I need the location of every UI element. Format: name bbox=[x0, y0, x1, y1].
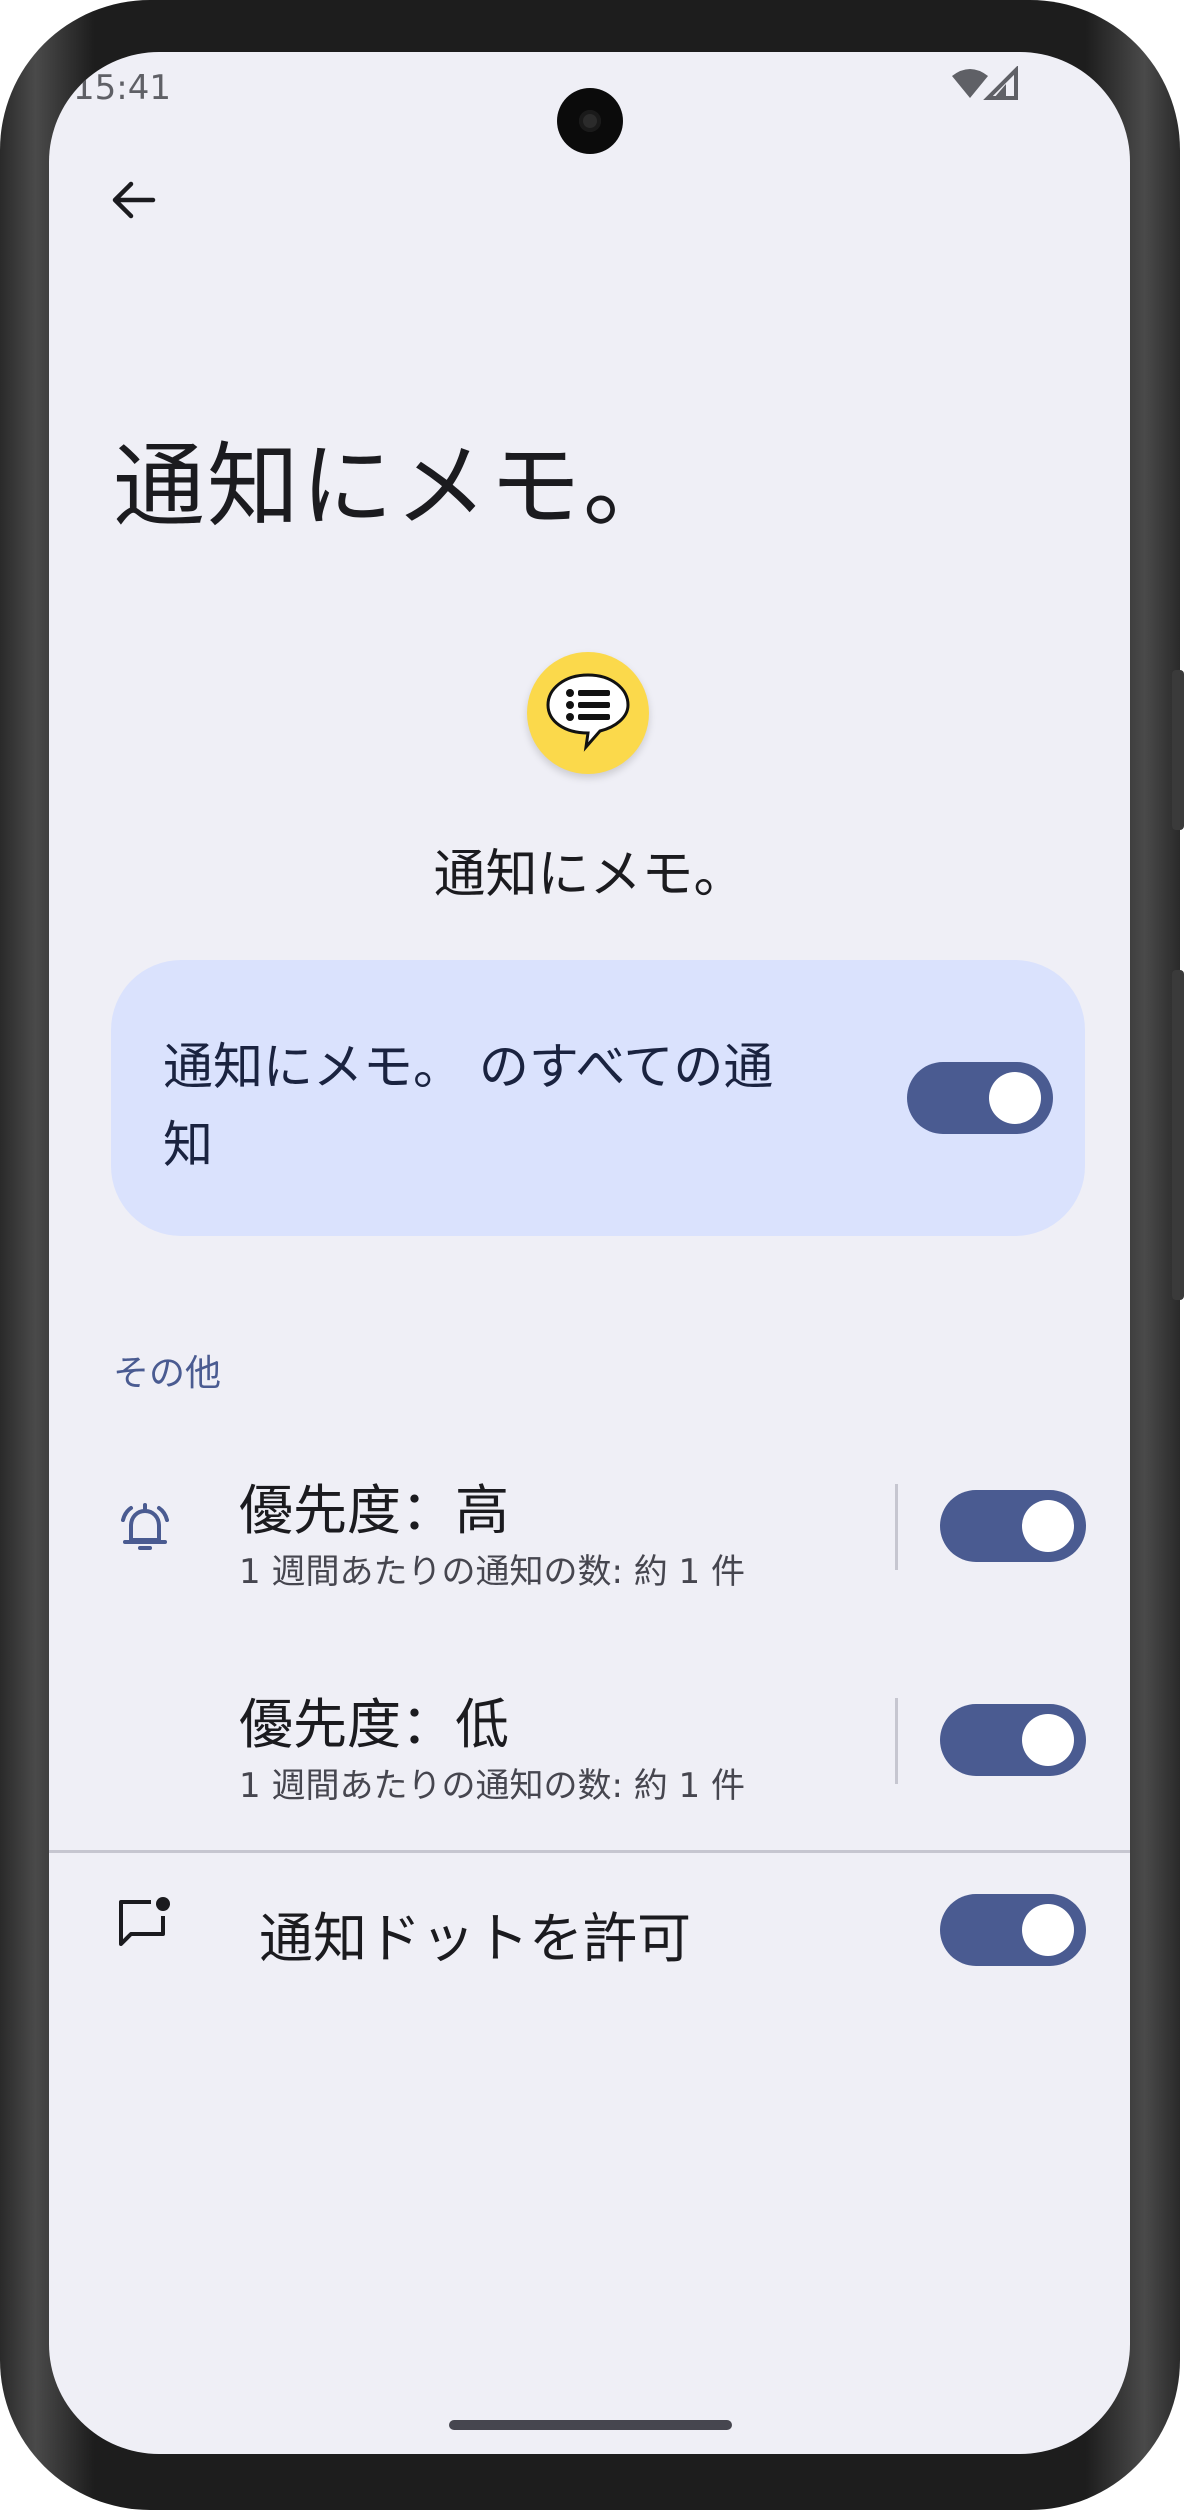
switch-knob bbox=[1022, 1904, 1074, 1956]
page-title: 通知にメモ。 bbox=[113, 433, 678, 540]
channel-high-switch[interactable] bbox=[940, 1490, 1086, 1562]
row-divider bbox=[895, 1698, 898, 1784]
all-notifications-card[interactable]: 通知にメモ。 のすべての通知 bbox=[111, 960, 1085, 1236]
channel-title: 優先度：低 bbox=[239, 1693, 509, 1756]
back-button[interactable] bbox=[93, 160, 173, 240]
power-button bbox=[1172, 970, 1184, 1300]
bell-icon bbox=[121, 1503, 169, 1550]
channel-subtitle: 1 週間あたりの通知の数: 約 1 件 bbox=[239, 1552, 745, 1592]
front-camera bbox=[557, 88, 623, 154]
app-name: 通知にメモ。 bbox=[433, 845, 746, 905]
app-icon bbox=[527, 652, 649, 774]
section-header: その他 bbox=[113, 1353, 222, 1394]
notification-dots-label: 通知ドットを許可 bbox=[259, 1907, 691, 1970]
channel-title: 優先度：高 bbox=[239, 1479, 509, 1542]
switch-knob bbox=[989, 1072, 1041, 1124]
channel-low-switch[interactable] bbox=[940, 1704, 1086, 1776]
status-time: 15:41 bbox=[73, 68, 171, 108]
gesture-navigation-bar[interactable] bbox=[449, 2420, 732, 2430]
channel-subtitle: 1 週間あたりの通知の数: 約 1 件 bbox=[239, 1766, 745, 1806]
screen: 15:41 通知にメモ。 通知にメモ。 通知にメモ。 のすべての通知 その他 優… bbox=[49, 52, 1130, 2454]
notification-dot-icon bbox=[119, 1897, 170, 1946]
switch-knob bbox=[1022, 1500, 1074, 1552]
list-bubble-icon bbox=[546, 673, 630, 752]
back-arrow-icon bbox=[112, 181, 156, 219]
all-notifications-label: 通知にメモ。 のすべての通知 bbox=[163, 1038, 774, 1174]
wifi-signal-icon bbox=[952, 65, 1018, 100]
notification-dots-switch[interactable] bbox=[940, 1894, 1086, 1966]
volume-button bbox=[1172, 670, 1184, 830]
section-divider bbox=[49, 1850, 1130, 1853]
switch-knob bbox=[1022, 1714, 1074, 1766]
row-divider bbox=[895, 1484, 898, 1570]
status-icons bbox=[950, 65, 1020, 110]
all-notifications-switch[interactable] bbox=[907, 1062, 1053, 1134]
